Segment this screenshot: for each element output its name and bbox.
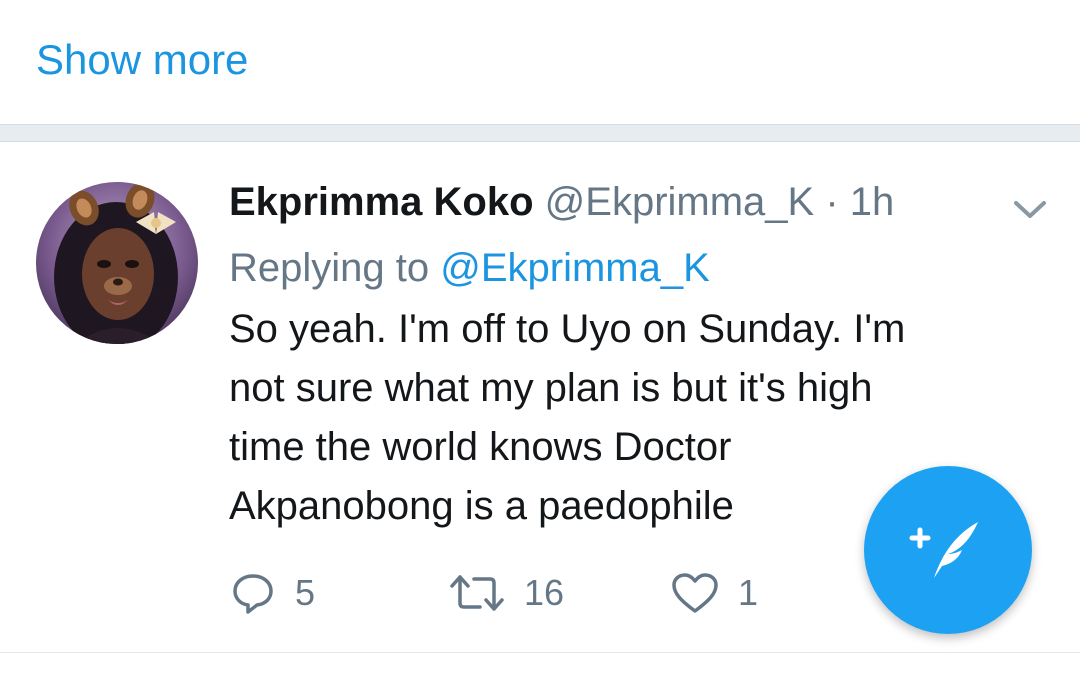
replying-to-label: Replying to [229,246,441,290]
tweet-text-line: So yeah. I'm off to Uyo on Sunday. I'm [229,307,906,351]
tweet-timestamp[interactable]: 1h [850,180,895,224]
speech-bubble-icon [233,574,273,614]
tweet-header: Ekprimma Koko @Ekprimma_K · 1h [229,176,894,228]
like-button[interactable]: 1 [670,566,758,620]
retweet-count: 16 [524,572,565,613]
tweet-menu-caret[interactable] [1010,194,1050,224]
retweet-button[interactable]: 16 [448,566,564,620]
tweet-bottom-divider [0,652,1080,681]
tweet-text-line: not sure what my plan is but it's high [229,366,873,410]
avatar[interactable] [36,182,198,344]
user-handle[interactable]: @Ekprimma_K [545,180,815,224]
avatar-image [36,182,198,344]
chevron-down-icon [1014,201,1046,218]
reply-count: 5 [295,572,316,613]
section-divider [0,124,1080,142]
show-more-link[interactable]: Show more [36,34,248,86]
compose-tweet-button[interactable] [864,466,1032,634]
replying-to-line: Replying to @Ekprimma_K [229,242,710,294]
display-name[interactable]: Ekprimma Koko [229,180,534,224]
replying-to-handle[interactable]: @Ekprimma_K [440,246,710,290]
like-count: 1 [738,572,759,613]
reply-button[interactable]: 5 [229,566,315,620]
compose-feather-icon [909,522,978,578]
retweet-arrows-icon [450,575,504,611]
heart-icon [672,573,718,613]
header-separator: · [825,180,839,224]
show-more-section: Show more [0,0,1080,124]
